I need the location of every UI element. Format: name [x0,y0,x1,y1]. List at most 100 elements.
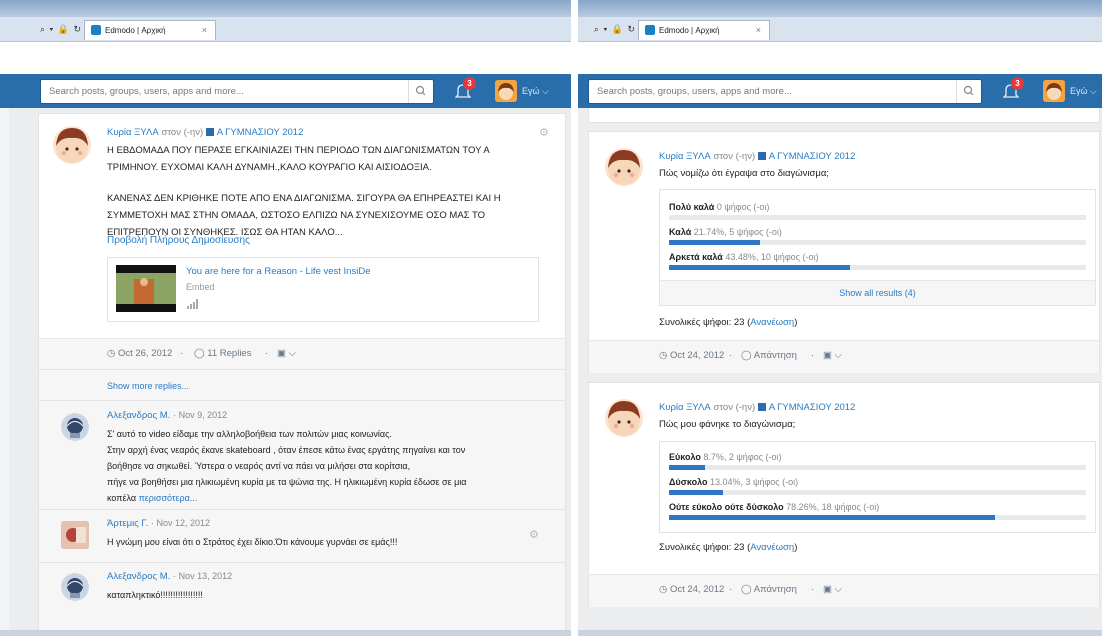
post-line: Η ΕΒΔΟΜΑΔΑ ΠΟΥ ΠΕΡΑΣΕ ΕΓΚΑΙΝΙΑΖΕΙ ΤΗΝ ΠΕ… [107,145,490,156]
footer-sep: · [729,350,733,361]
option-bar-fill [669,515,996,520]
poll-option: Δύσκολο 13.04%, 3 ψήφος (-οι) [669,477,798,487]
search-icon[interactable] [408,80,433,103]
post-group[interactable]: Α ΓΥΜΝΑΣΙΟΥ 2012 [217,127,304,138]
toolbar-area [0,42,571,74]
poll-author[interactable]: Κυρία ΞΥΛΑ [659,402,711,413]
reply-avatar[interactable] [61,521,89,549]
reply-author[interactable]: Άρτεμις Γ. [107,518,148,529]
post-author[interactable]: Κυρία ΞΥΛΑ [107,127,159,138]
browser-tab[interactable]: Edmodo | Αρχική × [84,20,216,40]
option-detail: 8.7%, 2 ψήφος (-οι) [703,452,782,462]
full-post-link[interactable]: Προβολή Πλήρους Δημοσίευσης [107,235,250,246]
more-options-icon[interactable]: ▣ ⌵ [823,350,842,361]
search-input[interactable]: Search posts, groups, users, apps and mo… [49,86,244,97]
user-avatar[interactable] [1043,80,1065,102]
poll-group[interactable]: Α ΓΥΜΝΑΣΙΟΥ 2012 [769,151,856,162]
reply-body: Σ' αυτό το video είδαμε την αλληλοβοήθει… [107,426,557,506]
bottom-taskbar [0,630,571,636]
left-screenshot: ⌕ ▾ 🔒 ↻ Edmodo | Αρχική × Search posts, … [0,0,571,636]
poll-header: Κυρία ΞΥΛΑ στον (-ην) Α ΓΥΜΝΑΣΙΟΥ 2012 [659,402,855,413]
post-date: ◷ Oct 26, 2012 [107,348,173,359]
reply-header: Αλεξανδρος Μ. · Nov 13, 2012 [107,571,232,582]
read-more-link[interactable]: περισσότερα... [139,493,198,503]
gear-icon[interactable]: ⚙ [529,530,539,541]
poll-option: Ούτε εύκολο ούτε δύσκολο 78.26%, 18 ψήφο… [669,502,879,512]
reply-avatar[interactable] [61,413,89,441]
reply-text: Απάντηση [753,584,797,595]
video-thumbnail[interactable] [116,265,176,312]
embed-preview[interactable]: You are here for a Reason - Life vest In… [107,257,539,322]
reply-author[interactable]: Αλεξανδρος Μ. [107,410,170,421]
option-detail: 21.74%, 5 ψήφος (-οι) [693,227,782,237]
tab-close-icon[interactable]: × [756,21,761,40]
gear-icon[interactable]: ⚙ [539,128,549,139]
author-avatar[interactable] [605,148,643,186]
reply-link[interactable]: ◯ Απάντηση [741,584,797,595]
search-box[interactable]: Search posts, groups, users, apps and mo… [588,79,982,104]
search-box[interactable]: Search posts, groups, users, apps and mo… [40,79,434,104]
bottom-taskbar [578,630,1102,636]
poll-date-text: Oct 24, 2012 [669,584,725,595]
option-bar-fill [669,490,724,495]
reply-date: · Nov 12, 2012 [151,518,211,528]
option-label: Αρκετά καλά [669,252,723,262]
option-detail: 0 ψήφος (-οι) [716,202,770,212]
reply-item: Αλεξανδρος Μ. · Nov 13, 2012 καταπληκτικ… [39,563,565,611]
poll-results: Πολύ καλά 0 ψήφος (-οι) Καλά 21.74%, 5 ψ… [659,189,1096,306]
refresh-link[interactable]: Ανανέωση [750,317,794,328]
poll-footer: ◷ Oct 24, 2012 · ◯ Απάντηση · ▣ ⌵ [589,574,1099,607]
poll-card: Κυρία ΞΥΛΑ στον (-ην) Α ΓΥΜΝΑΣΙΟΥ 2012 Π… [588,131,1100,373]
address-controls[interactable]: ⌕ ▾ 🔒 ↻ [594,24,636,35]
poll-author[interactable]: Κυρία ΞΥΛΑ [659,151,711,162]
tab-close-icon[interactable]: × [202,21,207,40]
search-input[interactable]: Search posts, groups, users, apps and mo… [597,86,792,97]
reply-link[interactable]: ◯ Απάντηση [741,350,797,361]
option-label: Πολύ καλά [669,202,715,212]
total-close: ) [794,317,798,328]
reply-avatar[interactable] [61,573,89,601]
search-icon[interactable] [956,80,981,103]
total-label: Συνολικές ψήφοι: 23 ( [659,317,751,328]
poll-date: ◷ Oct 24, 2012 [659,584,725,595]
poll-option: Καλά 21.74%, 5 ψήφος (-οι) [669,227,782,237]
author-avatar[interactable] [53,126,91,164]
option-bar-fill [669,465,706,470]
reply-date: · Nov 9, 2012 [173,410,228,420]
user-avatar[interactable] [495,80,517,102]
browser-tab[interactable]: Edmodo | Αρχική × [638,20,770,40]
reply-line: Σ' αυτό το video είδαμε την αλληλοβοήθει… [107,429,392,439]
poll-question: Πώς νομίζω ότι έγραψα στο διαγώνισμα; [659,168,829,179]
user-menu[interactable]: Εγώ ⌵ [522,86,549,97]
show-all-results-link[interactable]: Show all results (4) [660,280,1095,305]
signal-bars-icon [187,299,199,312]
browser-tabbar: ⌕ ▾ 🔒 ↻ Edmodo | Αρχική × [578,17,1102,42]
show-more-replies[interactable]: Show more replies... [107,381,189,391]
poll-question: Πώς μου φάνηκε το διαγώνισμα; [659,419,796,430]
option-bar-fill [669,265,851,270]
reply-item: Αλεξανδρος Μ. · Nov 9, 2012 Σ' αυτό το v… [39,401,565,509]
poll-card: Κυρία ΞΥΛΑ στον (-ην) Α ΓΥΜΝΑΣΙΟΥ 2012 Π… [588,382,1100,607]
right-screenshot: ⌕ ▾ 🔒 ↻ Edmodo | Αρχική × Search posts, … [578,0,1102,636]
reply-author[interactable]: Αλεξανδρος Μ. [107,571,170,582]
refresh-link[interactable]: Ανανέωση [750,542,794,553]
footer-sep: · [729,584,733,595]
user-menu[interactable]: Εγώ ⌵ [1070,86,1097,97]
poll-to-text: στον (-ην) [713,151,756,162]
post-card: Κυρία ΞΥΛΑ στον (-ην) Α ΓΥΜΝΑΣΙΟΥ 2012 ⚙… [38,113,566,371]
poll-total: Συνολικές ψήφοι: 23 (Ανανέωση) [659,542,797,553]
address-controls[interactable]: ⌕ ▾ 🔒 ↻ [40,24,82,35]
author-avatar[interactable] [605,399,643,437]
group-square-icon [205,128,214,136]
replies-link[interactable]: ◯ 11 Replies [194,348,251,359]
embed-title[interactable]: You are here for a Reason - Life vest In… [186,266,370,277]
poll-date-text: Oct 24, 2012 [669,350,725,361]
reply-header: Αλεξανδρος Μ. · Nov 9, 2012 [107,410,227,421]
reply-body: Η γνώμη μου είναι ότι ο Στράτος έχει δίκ… [107,537,398,547]
embed-type: Embed [186,282,215,292]
more-options-icon[interactable]: ▣ ⌵ [277,348,296,359]
more-options-icon[interactable]: ▣ ⌵ [823,584,842,595]
reply-body: καταπληκτικό!!!!!!!!!!!!!!!!! [107,590,203,600]
poll-option: Αρκετά καλά 43.48%, 10 ψήφος (-οι) [669,252,819,262]
poll-group[interactable]: Α ΓΥΜΝΑΣΙΟΥ 2012 [769,402,856,413]
